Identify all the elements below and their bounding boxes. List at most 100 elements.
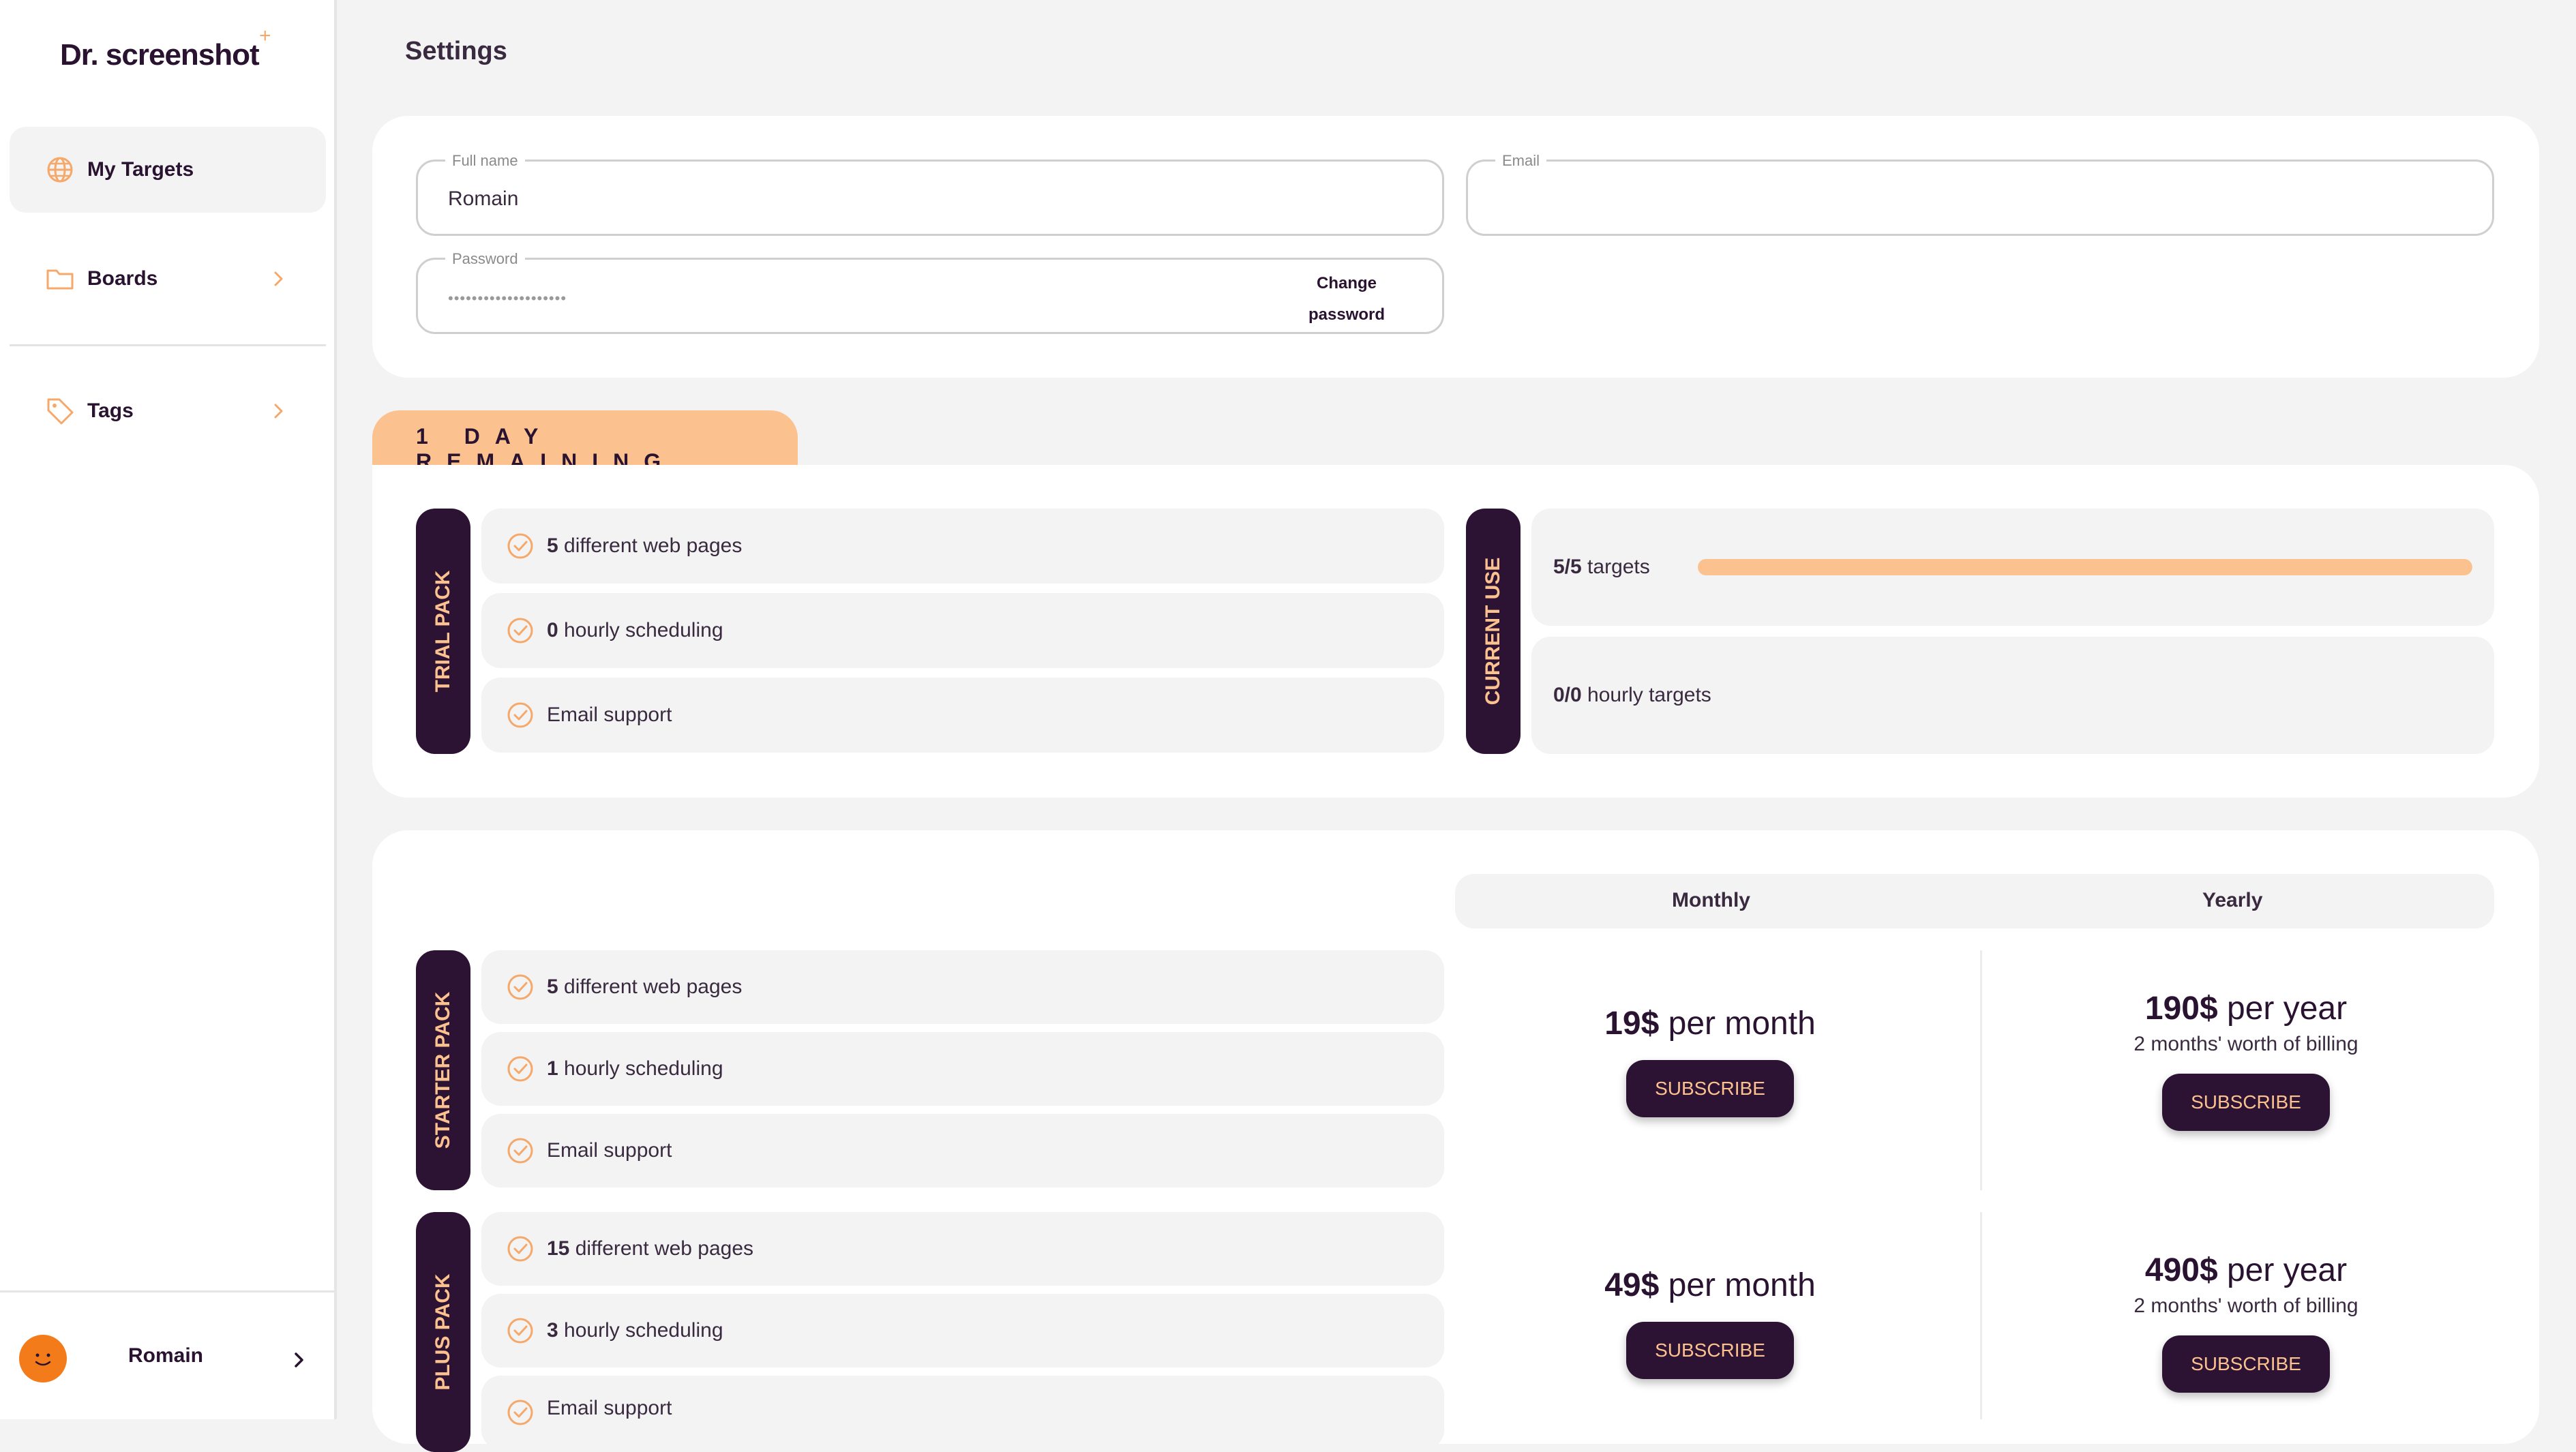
- period-yearly: Yearly: [2202, 889, 2263, 911]
- feature-count: 5: [547, 975, 558, 998]
- feature-item: 5 different web pages: [481, 509, 1444, 584]
- starter-monthly-subscribe-button[interactable]: SUBSCRIBE: [1626, 1060, 1794, 1117]
- price-amount: 490$: [2144, 1252, 2218, 1288]
- sidebar-item-my-targets[interactable]: My Targets: [10, 127, 326, 213]
- starter-yearly-subscribe-button[interactable]: SUBSCRIBE: [2162, 1074, 2330, 1131]
- password-label: Password: [445, 250, 525, 268]
- feature-item: 3 hourly scheduling: [481, 1294, 1444, 1367]
- full-name-value: Romain: [448, 187, 519, 210]
- plus-yearly-subscribe-button[interactable]: SUBSCRIBE: [2162, 1335, 2330, 1393]
- user-name: Romain: [128, 1344, 204, 1367]
- chevron-right-icon: [274, 404, 283, 419]
- check-circle-icon: [507, 1400, 533, 1425]
- full-name-field[interactable]: Full name Romain: [416, 152, 1444, 236]
- feature-count: 1: [547, 1057, 558, 1080]
- full-name-label: Full name: [445, 152, 525, 170]
- password-value: ••••••••••••••••••••: [448, 290, 567, 307]
- price-amount: 49$: [1604, 1267, 1660, 1303]
- feature-count: 15: [547, 1237, 570, 1260]
- check-circle-icon: [507, 1056, 533, 1082]
- password-field[interactable]: Password •••••••••••••••••••• Change pas…: [416, 250, 1444, 334]
- feature-text: different web pages: [558, 975, 743, 998]
- feature-item: 5 different web pages: [481, 950, 1444, 1024]
- logo-plus-mark: +: [259, 25, 271, 47]
- trial-remaining-banner: 1 DAY REMAINING: [372, 410, 798, 474]
- change-password-button[interactable]: Change password: [1299, 268, 1394, 331]
- usage-count: 5/5: [1553, 556, 1582, 578]
- sidebar-item-tags[interactable]: Tags: [10, 368, 326, 454]
- email-label: Email: [1495, 152, 1547, 170]
- page-title: Settings: [405, 37, 507, 65]
- starter-pack-label: STARTER PACK: [416, 950, 470, 1190]
- price-unit: per year: [2217, 1252, 2348, 1288]
- price-unit: per month: [1659, 1267, 1816, 1303]
- sidebar-divider: [10, 344, 326, 346]
- email-field[interactable]: Email: [1466, 152, 2494, 236]
- sidebar-item-label: Boards: [87, 267, 158, 290]
- current-use-label: CURRENT USE: [1466, 509, 1521, 754]
- feature-text: Email support: [547, 1139, 672, 1162]
- column-divider: [1980, 1212, 1982, 1419]
- app-logo[interactable]: Dr. screenshot: [60, 38, 260, 72]
- targets-progress-bar: [1698, 559, 2472, 575]
- check-circle-icon: [507, 618, 533, 644]
- check-circle-icon: [507, 1318, 533, 1344]
- column-divider: [1980, 950, 1982, 1190]
- feature-text: Email support: [547, 704, 672, 726]
- starter-yearly-price: 190$ per year 2 months' worth of billing…: [1991, 990, 2501, 1131]
- feature-text: hourly scheduling: [558, 1057, 723, 1080]
- feature-item: Email support: [481, 1376, 1444, 1449]
- price-note: 2 months' worth of billing: [2133, 1033, 2358, 1055]
- plus-monthly-price: 49$ per month SUBSCRIBE: [1455, 1267, 1965, 1379]
- billing-period-header: Monthly Yearly: [1455, 874, 2494, 928]
- price-note: 2 months' worth of billing: [2133, 1295, 2358, 1317]
- chevron-right-icon: [295, 1352, 303, 1367]
- usage-targets: 5/5 targets: [1531, 509, 2494, 626]
- price-amount: 190$: [2144, 990, 2218, 1027]
- feature-item: 0 hourly scheduling: [481, 593, 1444, 668]
- trial-pack-name: TRIAL PACK: [432, 570, 454, 693]
- feature-count: 0: [547, 619, 558, 641]
- feature-text: different web pages: [558, 534, 743, 557]
- feature-count: 5: [547, 534, 558, 557]
- usage-hourly-targets: 0/0 hourly targets: [1531, 637, 2494, 754]
- feature-text: different web pages: [569, 1237, 754, 1260]
- folder-icon: [46, 269, 74, 290]
- check-circle-icon: [507, 1236, 533, 1262]
- sidebar-item-label: Tags: [87, 399, 134, 422]
- starter-pack-name: STARTER PACK: [432, 991, 454, 1149]
- tag-icon: [47, 398, 74, 425]
- user-menu[interactable]: Romain: [0, 1290, 334, 1421]
- feature-text: Email support: [547, 1397, 672, 1419]
- check-circle-icon: [507, 533, 533, 559]
- globe-icon: [47, 157, 73, 183]
- sidebar-item-label: My Targets: [87, 158, 194, 181]
- feature-item: Email support: [481, 1114, 1444, 1188]
- targets-progress-fill: [1698, 559, 2472, 575]
- sidebar-item-boards[interactable]: Boards: [10, 236, 326, 322]
- trial-card: TRIAL PACK 5 different web pages 0 hourl…: [372, 465, 2539, 798]
- price-amount: 19$: [1604, 1005, 1660, 1042]
- feature-count: 3: [547, 1319, 558, 1342]
- feature-text: hourly scheduling: [558, 619, 723, 641]
- feature-text: hourly scheduling: [558, 1319, 723, 1342]
- plus-yearly-price: 490$ per year 2 months' worth of billing…: [1991, 1252, 2501, 1393]
- plus-pack-name: PLUS PACK: [432, 1273, 454, 1391]
- current-use-title: CURRENT USE: [1482, 557, 1504, 706]
- plus-monthly-subscribe-button[interactable]: SUBSCRIBE: [1626, 1322, 1794, 1379]
- period-monthly: Monthly: [1672, 889, 1750, 911]
- check-circle-icon: [507, 702, 533, 728]
- check-circle-icon: [507, 974, 533, 1000]
- feature-item: 1 hourly scheduling: [481, 1032, 1444, 1106]
- usage-count: 0/0: [1553, 684, 1582, 706]
- price-unit: per month: [1659, 1005, 1816, 1042]
- starter-monthly-price: 19$ per month SUBSCRIBE: [1455, 1005, 1965, 1117]
- feature-item: Email support: [481, 678, 1444, 753]
- trial-pack-label: TRIAL PACK: [416, 509, 470, 754]
- account-card: Full name Romain Email Password ••••••••…: [372, 116, 2539, 378]
- feature-item: 15 different web pages: [481, 1212, 1444, 1286]
- smile-icon: [35, 1353, 51, 1366]
- usage-text: targets: [1581, 556, 1650, 578]
- check-circle-icon: [507, 1138, 533, 1164]
- plus-pack-label: PLUS PACK: [416, 1212, 470, 1452]
